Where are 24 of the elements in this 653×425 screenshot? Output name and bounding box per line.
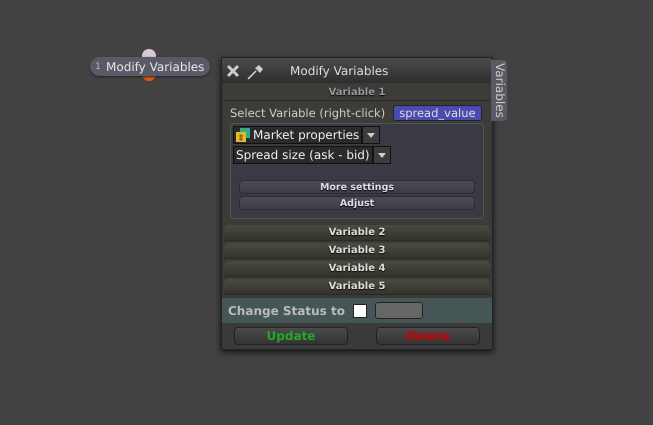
section-header[interactable]: Variable 2 <box>224 225 490 241</box>
section-header[interactable]: Variable 5 <box>224 279 490 295</box>
settings-button[interactable]: Adjust <box>239 196 475 210</box>
variable-tag[interactable]: spread_value <box>393 105 482 121</box>
section-header[interactable]: Variable 4 <box>224 261 490 277</box>
money-icon <box>236 128 250 142</box>
select-label: Select Variable (right-click) <box>230 106 386 120</box>
status-field[interactable] <box>374 302 423 319</box>
settings-button[interactable]: More settings <box>239 180 475 194</box>
caret-icon <box>367 132 376 138</box>
status-label: Change Status to <box>228 304 345 318</box>
property-dropdown[interactable]: Spread size (ask - bid) <box>233 146 373 164</box>
node-label: Modify Variables <box>106 60 204 74</box>
side-tab[interactable]: Variables <box>491 60 507 121</box>
window-title: Modify Variables <box>290 64 388 78</box>
node-index: 1 <box>94 62 102 72</box>
section-header[interactable]: Variable 1 <box>224 85 490 101</box>
input-port[interactable] <box>142 49 156 57</box>
caret-icon <box>378 152 386 158</box>
node[interactable]: 1 Modify Variables <box>90 57 210 76</box>
status-checkbox[interactable] <box>352 304 367 318</box>
category-dropdown[interactable]: Market properties <box>233 126 362 144</box>
close-icon[interactable] <box>226 64 240 78</box>
section-header[interactable]: Variable 3 <box>224 243 490 259</box>
